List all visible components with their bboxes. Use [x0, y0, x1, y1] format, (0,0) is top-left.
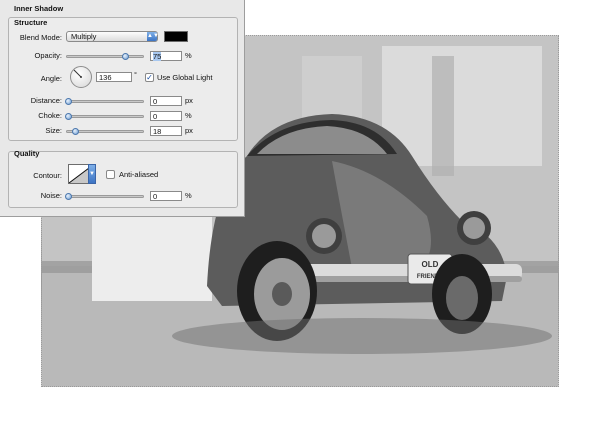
contour-label: Contour: — [33, 171, 62, 180]
noise-slider-track[interactable] — [66, 195, 144, 198]
opacity-slider-knob[interactable] — [122, 53, 129, 60]
size-unit: px — [185, 126, 193, 135]
distance-slider-track[interactable] — [66, 100, 144, 103]
angle-dial-needle-icon — [73, 69, 82, 78]
opacity-unit: % — [185, 51, 192, 60]
blend-mode-label: Blend Mode: — [19, 33, 62, 42]
checkmark-icon: ✓ — [146, 73, 153, 82]
opacity-label: Opacity: — [34, 51, 62, 60]
noise-slider-knob[interactable] — [65, 193, 72, 200]
noise-input[interactable]: 0 — [150, 191, 182, 201]
angle-input[interactable]: 136 — [96, 72, 132, 82]
anti-aliased-checkbox[interactable] — [106, 170, 115, 179]
blend-mode-select[interactable]: Multiply ▲▼ — [66, 31, 159, 42]
opacity-input[interactable]: 75 — [150, 51, 182, 61]
use-global-light-label: Use Global Light — [157, 73, 213, 82]
choke-slider-knob[interactable] — [65, 113, 72, 120]
distance-value: 0 — [153, 97, 158, 106]
size-input[interactable]: 18 — [150, 126, 182, 136]
noise-unit: % — [185, 191, 192, 200]
quality-title: Quality — [14, 149, 40, 158]
angle-label: Angle: — [40, 74, 62, 83]
contour-dropdown-chevron-icon[interactable]: ▼ — [88, 164, 96, 184]
size-slider-knob[interactable] — [72, 128, 79, 135]
opacity-slider-track[interactable] — [66, 55, 144, 58]
angle-value: 136 — [99, 73, 112, 82]
angle-unit: ° — [134, 70, 137, 79]
opacity-value: 75 — [153, 52, 162, 61]
use-global-light-checkbox[interactable]: ✓ — [145, 73, 154, 82]
choke-label: Choke: — [38, 111, 62, 120]
blend-mode-value: Multiply — [71, 32, 97, 41]
dialog-title: Inner Shadow — [14, 4, 64, 13]
chevron-updown-icon: ▲▼ — [147, 32, 159, 41]
inner-shadow-dialog: Inner Shadow Structure Blend Mode: Multi… — [0, 0, 245, 217]
size-label: Size: — [45, 126, 62, 135]
plate-text-top: OLD — [422, 260, 439, 269]
angle-dial[interactable] — [70, 66, 92, 88]
noise-value: 0 — [153, 192, 158, 201]
anti-aliased-label: Anti-aliased — [119, 170, 159, 179]
choke-slider-track[interactable] — [66, 115, 144, 118]
choke-unit: % — [185, 111, 192, 120]
distance-unit: px — [185, 96, 193, 105]
choke-input[interactable]: 0 — [150, 111, 182, 121]
shadow-color-swatch[interactable] — [164, 31, 188, 42]
choke-value: 0 — [153, 112, 158, 121]
size-value: 18 — [153, 127, 162, 136]
distance-label: Distance: — [30, 96, 62, 105]
noise-label: Noise: — [40, 191, 62, 200]
distance-input[interactable]: 0 — [150, 96, 182, 106]
structure-title: Structure — [14, 18, 48, 27]
distance-slider-knob[interactable] — [65, 98, 72, 105]
